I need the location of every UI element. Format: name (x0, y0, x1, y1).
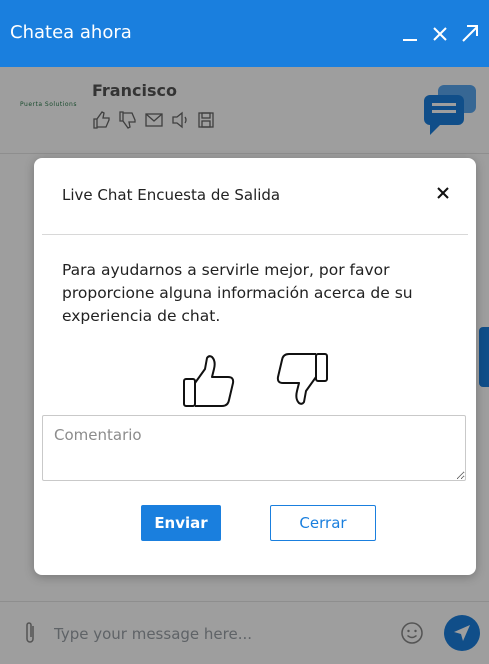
popout-button[interactable] (458, 18, 482, 48)
dialog-divider (42, 234, 468, 235)
comment-textarea[interactable] (42, 415, 466, 481)
close-survey-button[interactable]: Cerrar (270, 505, 376, 541)
thumbs-down-icon[interactable] (274, 351, 330, 407)
popout-arrow-icon (462, 25, 478, 42)
header-title: Chatea ahora (10, 22, 132, 43)
close-chat-button[interactable] (428, 18, 452, 48)
submit-survey-button[interactable]: Enviar (141, 505, 221, 541)
thumbs-up-icon[interactable] (181, 353, 237, 409)
close-icon (437, 187, 449, 199)
exit-survey-dialog: Live Chat Encuesta de Salida Para ayudar… (34, 158, 476, 575)
minimize-button[interactable] (398, 18, 422, 48)
dialog-title: Live Chat Encuesta de Salida (62, 186, 281, 204)
chat-header: Chatea ahora (0, 0, 489, 67)
dialog-message: Para ayudarnos a servirle mejor, por fav… (62, 261, 413, 325)
close-icon (433, 27, 447, 41)
minimize-icon (403, 39, 417, 41)
dialog-close-button[interactable] (432, 182, 454, 204)
